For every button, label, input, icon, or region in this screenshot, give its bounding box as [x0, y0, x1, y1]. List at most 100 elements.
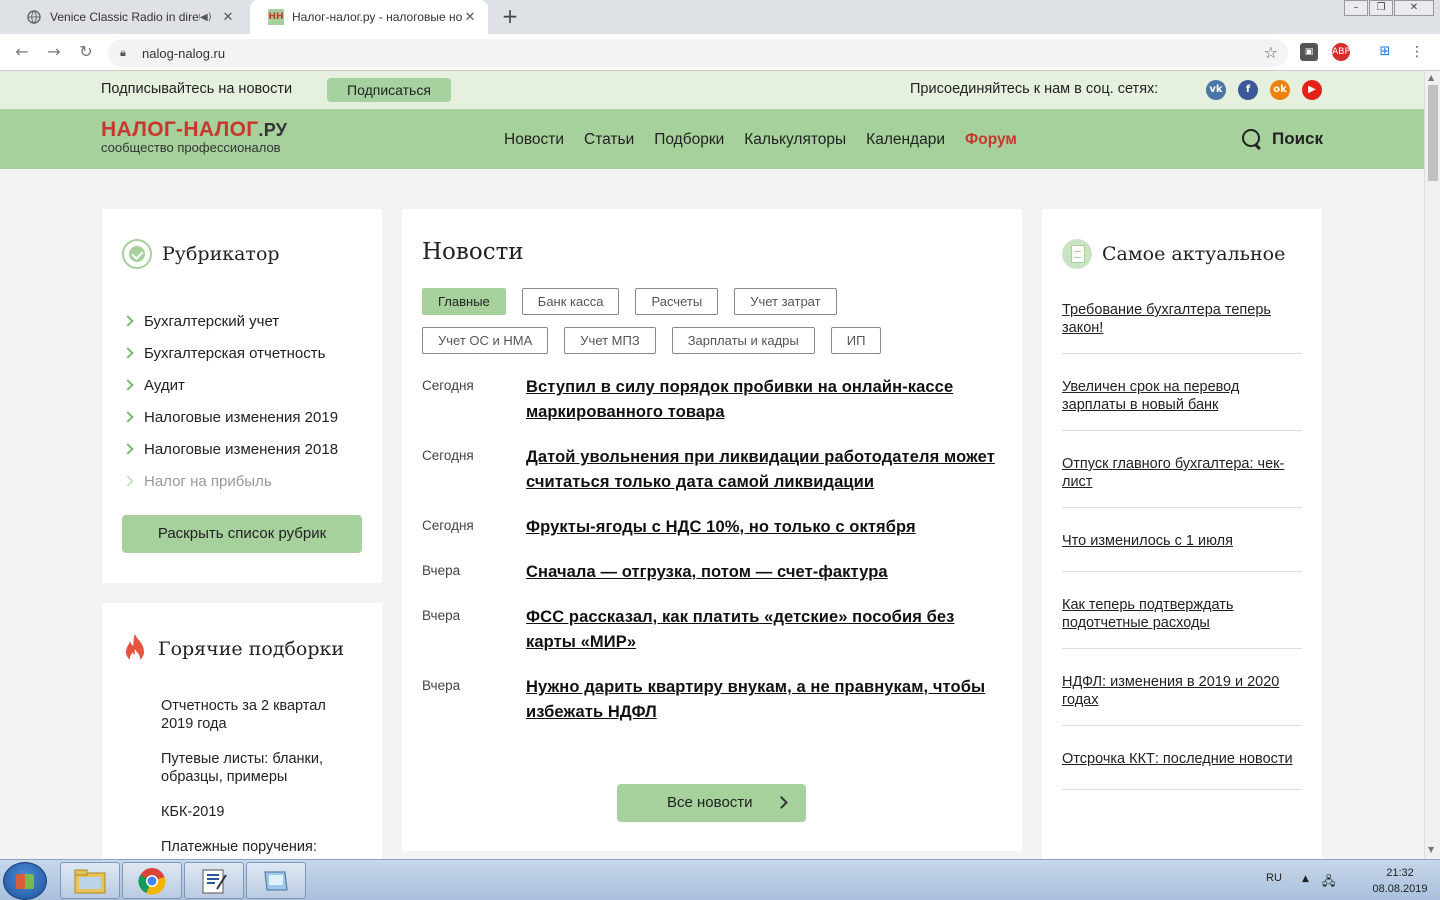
news-item: Сегодня Датой увольнения при ликвидации р…	[422, 445, 1002, 495]
rubric-item[interactable]: Бухгалтерский учет	[122, 305, 372, 337]
actual-item: Что изменилось с 1 июля	[1062, 524, 1302, 572]
speaker-icon[interactable]: ◀)	[200, 12, 214, 23]
rubric-item[interactable]: Бухгалтерская отчетность	[122, 337, 372, 369]
web-page: Подписывайтесь на новости Подписаться Пр…	[0, 71, 1424, 859]
tag-fixed-assets[interactable]: Учет ОС и НМА	[422, 327, 549, 354]
actual-link[interactable]: Увеличен срок на перевод зарплаты в новы…	[1062, 379, 1239, 413]
site-logo[interactable]: НАЛОГ-НАЛОГ.РУ сообщество профессионалов	[101, 119, 287, 155]
scroll-up-icon[interactable]: ▲	[1428, 73, 1434, 82]
maximize-button[interactable]: ❐	[1369, 0, 1393, 16]
tag-ip[interactable]: ИП	[830, 327, 882, 354]
chevron-right-icon	[122, 347, 134, 359]
new-tab-button[interactable]: +	[500, 6, 520, 26]
start-button[interactable]	[3, 862, 47, 900]
minimize-button[interactable]: –	[1344, 0, 1368, 16]
menu-item-news[interactable]: Новости	[504, 131, 564, 149]
hot-title: Горячие подборки	[158, 638, 345, 660]
tab-nalog[interactable]: НН Налог-налог.ру - налоговые новости ✕	[250, 0, 488, 34]
menu-item-collections[interactable]: Подборки	[654, 131, 724, 149]
rubric-item[interactable]: Налоговые изменения 2018	[122, 433, 372, 465]
chrome-taskbar-button[interactable]	[122, 862, 182, 899]
youtube-icon[interactable]: ▶	[1302, 80, 1322, 100]
lock-icon[interactable]: 🔒︎	[120, 46, 132, 60]
actual-link[interactable]: Отпуск главного бухгалтера: чек-лист	[1062, 456, 1284, 490]
window-app-icon	[264, 871, 288, 890]
reload-icon[interactable]: ↻	[76, 42, 96, 62]
page-scrollbar[interactable]: ▲ ▼	[1424, 71, 1440, 859]
close-tab-icon[interactable]: ✕	[462, 10, 478, 25]
search-button[interactable]: Поиск	[1241, 128, 1323, 150]
tag-costs[interactable]: Учет затрат	[734, 288, 837, 315]
editor-taskbar-button[interactable]	[184, 862, 244, 899]
close-window-button[interactable]: ✕	[1394, 0, 1434, 16]
news-link[interactable]: Фрукты-ягоды с НДС 10%, но только с октя…	[526, 515, 1002, 540]
odnoklassniki-icon[interactable]: ok	[1270, 80, 1290, 100]
hot-item[interactable]: Путевые листы: бланки, образцы, примеры	[161, 750, 361, 786]
facebook-icon[interactable]: f	[1238, 80, 1258, 100]
bookmark-star-icon[interactable]: ☆	[1264, 43, 1278, 62]
translate-icon[interactable]: ⊞	[1376, 43, 1394, 61]
network-icon[interactable]: 🖧︎	[1322, 872, 1335, 893]
check-circle-icon	[122, 239, 152, 269]
hot-item[interactable]: Платежные поручения:	[161, 838, 361, 856]
rubric-item[interactable]: Аудит	[122, 369, 372, 401]
app-taskbar-button[interactable]	[246, 862, 306, 899]
actual-link[interactable]: Отсрочка ККТ: последние новости	[1062, 751, 1293, 767]
news-item: Сегодня Фрукты-ягоды с НДС 10%, но только…	[422, 515, 1002, 540]
tag-settlements[interactable]: Расчеты	[635, 288, 719, 315]
news-link[interactable]: Вступил в силу порядок пробивки на онлай…	[526, 375, 1002, 425]
actual-link[interactable]: Требование бухгалтера теперь закон!	[1062, 302, 1271, 336]
tag-main[interactable]: Главные	[422, 288, 506, 315]
news-list: Сегодня Вступил в силу порядок пробивки н…	[422, 375, 1002, 745]
omnibox[interactable]: 🔒︎ nalog-nalog.ru ☆	[108, 39, 1288, 67]
menu-dots-icon[interactable]: ⋮	[1408, 43, 1426, 61]
menu-item-articles[interactable]: Статьи	[584, 131, 634, 149]
url-text[interactable]: nalog-nalog.ru	[142, 46, 225, 61]
site-header: НАЛОГ-НАЛОГ.РУ сообщество профессионалов…	[0, 109, 1424, 169]
tag-inventory[interactable]: Учет МПЗ	[564, 327, 656, 354]
chevron-right-icon	[122, 315, 134, 327]
chevron-right-icon	[122, 443, 134, 455]
forward-icon[interactable]: →	[44, 42, 64, 62]
back-icon[interactable]: ←	[12, 42, 32, 62]
menu-item-calendars[interactable]: Календари	[866, 131, 945, 149]
scrollbar-thumb[interactable]	[1428, 85, 1438, 181]
scroll-down-icon[interactable]: ▼	[1428, 845, 1434, 854]
tray-expand-icon[interactable]: ▲	[1302, 874, 1309, 884]
news-link[interactable]: Нужно дарить квартиру внукам, а не правн…	[526, 675, 1002, 725]
vk-icon[interactable]: vk	[1206, 80, 1226, 100]
tag-salary[interactable]: Зарплаты и кадры	[671, 327, 815, 354]
expand-rubrics-button[interactable]: Раскрыть список рубрик	[122, 515, 362, 553]
all-news-button[interactable]: Все новости	[617, 784, 806, 822]
tab-title: Venice Classic Radio in diretta	[50, 10, 200, 24]
actual-title: Самое актуальное	[1102, 243, 1286, 265]
news-link[interactable]: Сначала — отгрузка, потом — счет-фактура	[526, 560, 1002, 585]
rubric-item[interactable]: Налог на прибыль	[122, 465, 372, 497]
tab-venice-radio[interactable]: Venice Classic Radio in diretta ◀) ✕	[8, 0, 246, 34]
actual-link[interactable]: Как теперь подтверждать подотчетные расх…	[1062, 597, 1233, 631]
adblock-icon[interactable]: ABP	[1332, 43, 1350, 61]
rubric-label: Налог на прибыль	[144, 472, 272, 490]
actual-link[interactable]: Что изменилось с 1 июля	[1062, 533, 1233, 549]
clock[interactable]: 21:32 08.08.2019	[1360, 865, 1440, 897]
menu-item-calculators[interactable]: Калькуляторы	[744, 131, 846, 149]
explorer-taskbar-button[interactable]	[60, 862, 120, 899]
menu-item-forum[interactable]: Форум	[965, 131, 1017, 149]
hot-item[interactable]: КБК-2019	[161, 803, 361, 821]
extension-icon[interactable]: ▣	[1300, 43, 1318, 61]
language-indicator[interactable]: RU	[1266, 872, 1282, 884]
clock-date: 08.08.2019	[1372, 883, 1428, 895]
subscribe-text: Подписывайтесь на новости	[101, 81, 293, 97]
subscribe-button[interactable]: Подписаться	[327, 78, 451, 102]
news-item: Вчера Нужно дарить квартиру внукам, а не …	[422, 675, 1002, 725]
news-link[interactable]: ФСС рассказал, как платить «детские» пос…	[526, 605, 1002, 655]
rubric-item[interactable]: Налоговые изменения 2019	[122, 401, 372, 433]
news-date: Вчера	[422, 608, 461, 623]
news-link[interactable]: Датой увольнения при ликвидации работода…	[526, 445, 1002, 495]
news-date: Сегодня	[422, 448, 474, 463]
chevron-right-icon	[122, 475, 134, 487]
close-tab-icon[interactable]: ✕	[220, 10, 236, 25]
tag-bank[interactable]: Банк касса	[521, 288, 620, 315]
actual-link[interactable]: НДФЛ: изменения в 2019 и 2020 годах	[1062, 674, 1279, 708]
hot-item[interactable]: Отчетность за 2 квартал 2019 года	[161, 697, 361, 733]
